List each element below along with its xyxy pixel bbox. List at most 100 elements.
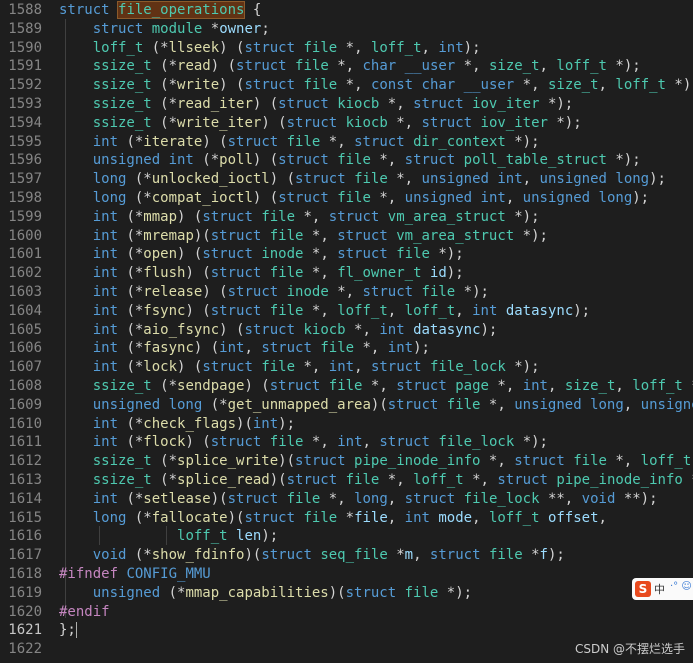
code-line[interactable]: 1602 int (*flush) (struct file *, fl_own… (0, 264, 693, 283)
code-token: file (269, 265, 312, 282)
code-line[interactable]: 1591 ssize_t (*read) (struct file *, cha… (0, 57, 693, 76)
code-line[interactable]: 1612 ssize_t (*splice_write)(struct pipe… (0, 452, 693, 471)
code-line[interactable]: 1609 unsigned long (*get_unmapped_area)(… (0, 396, 693, 415)
code-line[interactable]: 1590 loff_t (*llseek) (struct file *, lo… (0, 39, 693, 58)
code-token: * (345, 509, 355, 526)
code-line[interactable]: 1619 unsigned (*mmap_capabilities)(struc… (0, 584, 693, 603)
code-token: *, (311, 434, 338, 451)
code-token: page (455, 378, 498, 394)
code-token: *, (387, 96, 414, 112)
line-number: 1607 (8, 359, 42, 376)
ime-language-toggle[interactable]: 中 (654, 581, 665, 597)
code-token: struct (269, 378, 329, 394)
code-token: dir_context (413, 133, 515, 150)
code-line[interactable]: 1618 #ifndef CONFIG_MMU (0, 565, 693, 584)
line-code: }; (59, 621, 77, 640)
code-token: write_iter (177, 114, 262, 131)
code-line[interactable]: 1613 ssize_t (*splice_read)(struct file … (0, 471, 693, 490)
line-number: 1594 (8, 114, 42, 131)
code-line[interactable]: 1592 ssize_t (*write) (struct file *, co… (0, 76, 693, 95)
code-token: check_flags (143, 415, 237, 432)
code-token: size_t (547, 77, 599, 94)
code-line[interactable]: 1616 loff_t len); (0, 527, 693, 546)
line-code: unsigned (*mmap_capabilities)(struct fil… (59, 584, 472, 603)
code-token: struct (278, 96, 338, 112)
code-line[interactable]: 1594 ssize_t (*write_iter) (struct kiocb… (0, 114, 693, 133)
code-token: (* (210, 396, 228, 413)
code-token: *); (522, 227, 548, 244)
code-token: ssize_t (92, 114, 161, 131)
code-line[interactable]: 1600 int (*mremap)(struct file *, struct… (0, 227, 693, 246)
code-token: { (244, 2, 262, 18)
line-number: 1588 (8, 2, 42, 18)
code-line[interactable]: 1588 struct file_operations { (0, 1, 693, 20)
code-line[interactable]: 1589 struct module *owner; (0, 20, 693, 39)
line-number: 1603 (8, 284, 42, 300)
ime-toolbar[interactable]: S 中 ·° ☺ (632, 578, 693, 600)
code-line[interactable]: 1610 int (*check_flags)(int); (0, 415, 693, 434)
code-token: ); (649, 171, 666, 188)
code-editor[interactable]: 1588 struct file_operations {1589 struct … (0, 0, 693, 663)
line-code: #endif (59, 603, 110, 622)
line-code: int (*fsync) (struct file *, loff_t, lof… (59, 302, 590, 321)
code-token: loff_t (640, 453, 692, 470)
code-line[interactable]: 1596 unsigned int (*poll) (struct file *… (0, 151, 693, 170)
code-token: (* (160, 114, 178, 131)
code-line[interactable]: 1611 int (*flock) (struct file *, int, s… (0, 433, 693, 452)
code-token: ) ( (244, 378, 270, 394)
code-token: , (598, 509, 607, 526)
code-token: *); (446, 584, 473, 601)
code-token: int (328, 359, 355, 376)
code-token: loff_t (177, 528, 237, 545)
code-token: ) ( (185, 302, 211, 319)
code-token: *); (615, 152, 641, 169)
code-token: int (92, 340, 127, 357)
ime-options-icon[interactable]: ·° ☺ (670, 581, 692, 592)
code-token: loff_t (413, 472, 473, 488)
code-token: , (472, 509, 489, 526)
line-code: int (*setlease)(struct file *, long, str… (59, 490, 658, 509)
code-line[interactable]: 1595 int (*iterate) (struct file *, stru… (0, 133, 693, 152)
code-token: kiocb (345, 114, 397, 131)
code-line[interactable]: 1598 long (*compat_ioctl) (struct file *… (0, 189, 693, 208)
code-line[interactable]: 1608 ssize_t (*sendpage) (struct file *,… (0, 377, 693, 396)
code-line[interactable]: 1614 int (*setlease)(struct file *, long… (0, 490, 693, 509)
code-line[interactable]: 1620 #endif (0, 603, 693, 622)
code-line[interactable]: 1603 int (*release) (struct inode *, str… (0, 283, 693, 302)
line-number: 1610 (8, 415, 42, 432)
code-line[interactable]: 1601 int (*open) (struct inode *, struct… (0, 245, 693, 264)
code-token: ) ( (185, 265, 211, 282)
code-token: ssize_t (92, 453, 161, 470)
code-token: file (269, 302, 312, 319)
line-number: 1589 (8, 20, 42, 37)
code-token: file (328, 378, 371, 394)
code-token: (* (126, 340, 144, 357)
code-line[interactable]: 1615 long (*fallocate)(struct file *file… (0, 509, 693, 528)
code-token: fallocate (151, 509, 228, 526)
code-line[interactable]: 1597 long (*unlocked_ioctl) (struct file… (0, 170, 693, 189)
code-line[interactable]: 1605 int (*aio_fsync) (struct kiocb *, i… (0, 321, 693, 340)
code-token: , (455, 302, 473, 319)
code-line[interactable]: 1604 int (*fsync) (struct file *, loff_t… (0, 302, 693, 321)
code-line[interactable]: 1599 int (*mmap) (struct file *, struct … (0, 208, 693, 227)
code-token: ) ( (219, 39, 245, 56)
line-number: 1605 (8, 321, 42, 338)
code-line[interactable]: 1621}; (0, 621, 693, 640)
code-token: , (387, 509, 405, 526)
code-token: int (92, 227, 127, 244)
code-token: lock (143, 359, 178, 376)
code-token: int (92, 321, 127, 338)
code-token: unsigned (640, 396, 693, 413)
code-token: )( (193, 227, 211, 244)
code-token: int (92, 359, 127, 376)
code-line[interactable]: 1607 int (*lock) (struct file *, int, st… (0, 358, 693, 377)
code-token: * (210, 20, 220, 37)
code-token: open (143, 246, 178, 263)
code-line[interactable]: 1617 void (*show_fdinfo)(struct seq_file… (0, 546, 693, 565)
code-line[interactable]: 1593 ssize_t (*read_iter) (struct kiocb … (0, 95, 693, 114)
code-token: loff_t (370, 39, 422, 56)
code-line[interactable]: 1606 int (*fasync) (int, struct file *, … (0, 339, 693, 358)
sogou-ime-icon[interactable]: S (635, 581, 651, 597)
code-token: struct (370, 359, 430, 376)
